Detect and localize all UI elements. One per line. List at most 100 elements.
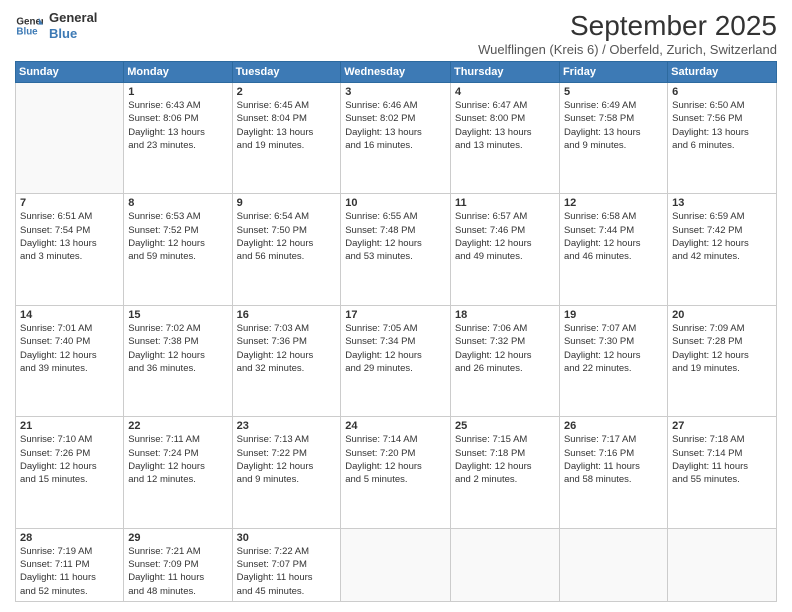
table-cell: 8Sunrise: 6:53 AM Sunset: 7:52 PM Daylig… <box>124 194 232 305</box>
day-number: 28 <box>20 532 119 544</box>
day-number: 2 <box>237 86 337 98</box>
day-number: 27 <box>672 420 772 432</box>
table-cell: 4Sunrise: 6:47 AM Sunset: 8:00 PM Daylig… <box>450 83 559 194</box>
day-number: 4 <box>455 86 555 98</box>
day-number: 5 <box>564 86 663 98</box>
table-cell: 10Sunrise: 6:55 AM Sunset: 7:48 PM Dayli… <box>341 194 451 305</box>
day-number: 19 <box>564 309 663 321</box>
table-cell: 18Sunrise: 7:06 AM Sunset: 7:32 PM Dayli… <box>450 305 559 416</box>
day-info: Sunrise: 7:07 AM Sunset: 7:30 PM Dayligh… <box>564 322 663 375</box>
day-info: Sunrise: 6:57 AM Sunset: 7:46 PM Dayligh… <box>455 210 555 263</box>
table-cell: 6Sunrise: 6:50 AM Sunset: 7:56 PM Daylig… <box>668 83 777 194</box>
table-cell: 20Sunrise: 7:09 AM Sunset: 7:28 PM Dayli… <box>668 305 777 416</box>
table-cell: 17Sunrise: 7:05 AM Sunset: 7:34 PM Dayli… <box>341 305 451 416</box>
title-area: September 2025 Wuelflingen (Kreis 6) / O… <box>478 10 777 57</box>
day-info: Sunrise: 7:13 AM Sunset: 7:22 PM Dayligh… <box>237 433 337 486</box>
col-tuesday: Tuesday <box>232 62 341 83</box>
table-cell: 16Sunrise: 7:03 AM Sunset: 7:36 PM Dayli… <box>232 305 341 416</box>
table-cell: 11Sunrise: 6:57 AM Sunset: 7:46 PM Dayli… <box>450 194 559 305</box>
table-cell <box>559 528 667 601</box>
day-info: Sunrise: 7:21 AM Sunset: 7:09 PM Dayligh… <box>128 545 227 598</box>
col-wednesday: Wednesday <box>341 62 451 83</box>
page: General Blue General Blue September 2025… <box>0 0 792 612</box>
col-saturday: Saturday <box>668 62 777 83</box>
day-number: 22 <box>128 420 227 432</box>
table-cell: 2Sunrise: 6:45 AM Sunset: 8:04 PM Daylig… <box>232 83 341 194</box>
table-cell: 30Sunrise: 7:22 AM Sunset: 7:07 PM Dayli… <box>232 528 341 601</box>
table-cell: 1Sunrise: 6:43 AM Sunset: 8:06 PM Daylig… <box>124 83 232 194</box>
day-info: Sunrise: 6:58 AM Sunset: 7:44 PM Dayligh… <box>564 210 663 263</box>
day-number: 14 <box>20 309 119 321</box>
table-cell: 27Sunrise: 7:18 AM Sunset: 7:14 PM Dayli… <box>668 417 777 528</box>
day-info: Sunrise: 7:22 AM Sunset: 7:07 PM Dayligh… <box>237 545 337 598</box>
day-info: Sunrise: 6:50 AM Sunset: 7:56 PM Dayligh… <box>672 99 772 152</box>
day-info: Sunrise: 7:18 AM Sunset: 7:14 PM Dayligh… <box>672 433 772 486</box>
day-number: 8 <box>128 197 227 209</box>
day-info: Sunrise: 7:19 AM Sunset: 7:11 PM Dayligh… <box>20 545 119 598</box>
day-info: Sunrise: 7:01 AM Sunset: 7:40 PM Dayligh… <box>20 322 119 375</box>
week-row-1: 1Sunrise: 6:43 AM Sunset: 8:06 PM Daylig… <box>16 83 777 194</box>
day-number: 15 <box>128 309 227 321</box>
day-info: Sunrise: 6:49 AM Sunset: 7:58 PM Dayligh… <box>564 99 663 152</box>
table-cell: 19Sunrise: 7:07 AM Sunset: 7:30 PM Dayli… <box>559 305 667 416</box>
day-number: 30 <box>237 532 337 544</box>
logo-text-general: General <box>49 10 97 26</box>
day-number: 26 <box>564 420 663 432</box>
table-cell <box>450 528 559 601</box>
day-info: Sunrise: 7:02 AM Sunset: 7:38 PM Dayligh… <box>128 322 227 375</box>
day-number: 13 <box>672 197 772 209</box>
day-info: Sunrise: 7:14 AM Sunset: 7:20 PM Dayligh… <box>345 433 446 486</box>
day-number: 21 <box>20 420 119 432</box>
day-number: 17 <box>345 309 446 321</box>
table-cell: 26Sunrise: 7:17 AM Sunset: 7:16 PM Dayli… <box>559 417 667 528</box>
day-info: Sunrise: 7:03 AM Sunset: 7:36 PM Dayligh… <box>237 322 337 375</box>
table-cell: 25Sunrise: 7:15 AM Sunset: 7:18 PM Dayli… <box>450 417 559 528</box>
day-info: Sunrise: 7:05 AM Sunset: 7:34 PM Dayligh… <box>345 322 446 375</box>
day-number: 29 <box>128 532 227 544</box>
day-info: Sunrise: 7:11 AM Sunset: 7:24 PM Dayligh… <box>128 433 227 486</box>
table-cell: 21Sunrise: 7:10 AM Sunset: 7:26 PM Dayli… <box>16 417 124 528</box>
day-info: Sunrise: 6:43 AM Sunset: 8:06 PM Dayligh… <box>128 99 227 152</box>
day-info: Sunrise: 6:47 AM Sunset: 8:00 PM Dayligh… <box>455 99 555 152</box>
day-info: Sunrise: 6:45 AM Sunset: 8:04 PM Dayligh… <box>237 99 337 152</box>
day-info: Sunrise: 6:51 AM Sunset: 7:54 PM Dayligh… <box>20 210 119 263</box>
day-info: Sunrise: 7:09 AM Sunset: 7:28 PM Dayligh… <box>672 322 772 375</box>
day-number: 1 <box>128 86 227 98</box>
table-cell <box>668 528 777 601</box>
day-info: Sunrise: 6:55 AM Sunset: 7:48 PM Dayligh… <box>345 210 446 263</box>
table-cell: 3Sunrise: 6:46 AM Sunset: 8:02 PM Daylig… <box>341 83 451 194</box>
week-row-2: 7Sunrise: 6:51 AM Sunset: 7:54 PM Daylig… <box>16 194 777 305</box>
table-cell <box>341 528 451 601</box>
day-number: 6 <box>672 86 772 98</box>
table-cell: 12Sunrise: 6:58 AM Sunset: 7:44 PM Dayli… <box>559 194 667 305</box>
calendar-table: Sunday Monday Tuesday Wednesday Thursday… <box>15 61 777 602</box>
day-info: Sunrise: 7:17 AM Sunset: 7:16 PM Dayligh… <box>564 433 663 486</box>
table-cell <box>16 83 124 194</box>
table-cell: 15Sunrise: 7:02 AM Sunset: 7:38 PM Dayli… <box>124 305 232 416</box>
calendar-header-row: Sunday Monday Tuesday Wednesday Thursday… <box>16 62 777 83</box>
day-info: Sunrise: 7:15 AM Sunset: 7:18 PM Dayligh… <box>455 433 555 486</box>
day-number: 25 <box>455 420 555 432</box>
table-cell: 9Sunrise: 6:54 AM Sunset: 7:50 PM Daylig… <box>232 194 341 305</box>
day-info: Sunrise: 6:46 AM Sunset: 8:02 PM Dayligh… <box>345 99 446 152</box>
table-cell: 5Sunrise: 6:49 AM Sunset: 7:58 PM Daylig… <box>559 83 667 194</box>
day-number: 18 <box>455 309 555 321</box>
day-number: 7 <box>20 197 119 209</box>
day-info: Sunrise: 7:10 AM Sunset: 7:26 PM Dayligh… <box>20 433 119 486</box>
col-thursday: Thursday <box>450 62 559 83</box>
table-cell: 13Sunrise: 6:59 AM Sunset: 7:42 PM Dayli… <box>668 194 777 305</box>
day-number: 20 <box>672 309 772 321</box>
logo: General Blue General Blue <box>15 10 97 41</box>
day-number: 23 <box>237 420 337 432</box>
subtitle: Wuelflingen (Kreis 6) / Oberfeld, Zurich… <box>478 42 777 57</box>
week-row-4: 21Sunrise: 7:10 AM Sunset: 7:26 PM Dayli… <box>16 417 777 528</box>
day-number: 12 <box>564 197 663 209</box>
table-cell: 22Sunrise: 7:11 AM Sunset: 7:24 PM Dayli… <box>124 417 232 528</box>
header: General Blue General Blue September 2025… <box>15 10 777 57</box>
logo-icon: General Blue <box>15 12 43 40</box>
col-sunday: Sunday <box>16 62 124 83</box>
day-number: 3 <box>345 86 446 98</box>
week-row-3: 14Sunrise: 7:01 AM Sunset: 7:40 PM Dayli… <box>16 305 777 416</box>
col-monday: Monday <box>124 62 232 83</box>
table-cell: 24Sunrise: 7:14 AM Sunset: 7:20 PM Dayli… <box>341 417 451 528</box>
